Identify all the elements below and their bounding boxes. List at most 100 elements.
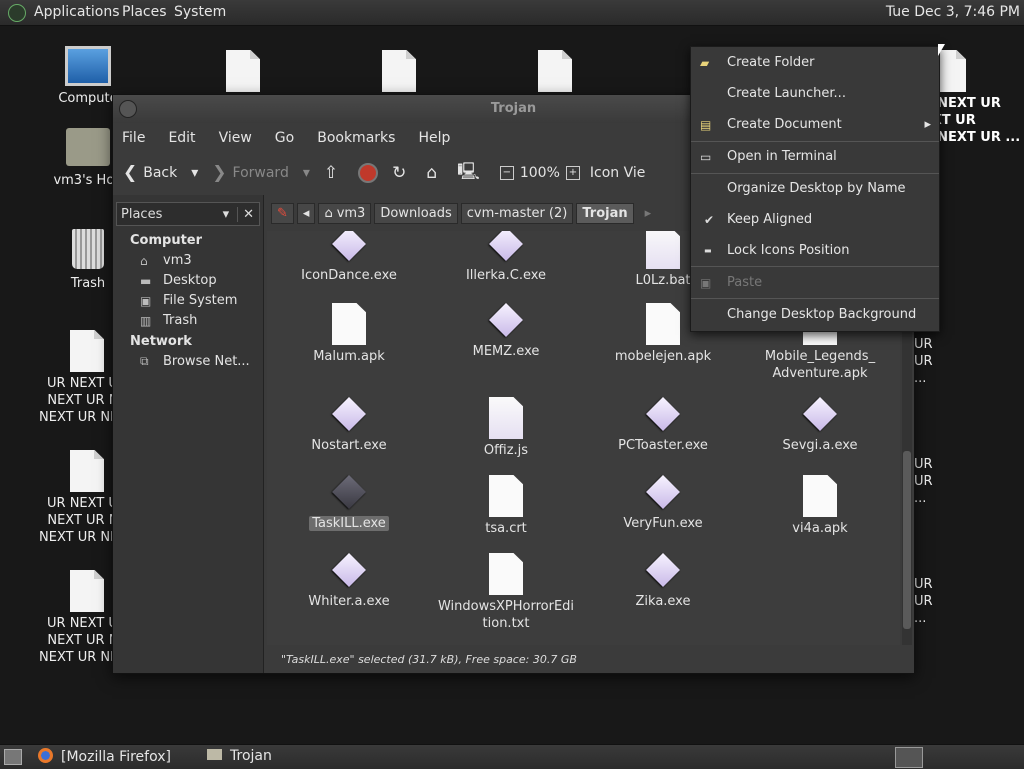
desktop-file-top-3[interactable] — [500, 50, 610, 95]
window-title: Trojan — [490, 101, 537, 116]
view-mode-selector[interactable]: Icon Vie — [590, 165, 646, 181]
document-icon — [489, 475, 523, 517]
taskbar-item-trojan[interactable]: Trojan — [207, 748, 272, 764]
menu-system[interactable]: System — [174, 4, 226, 20]
selected-file-name: TaskILL.exe — [309, 516, 389, 531]
chevron-right-icon[interactable]: ▸ — [645, 206, 652, 221]
desktop-file-right-3[interactable]: UR UR ... — [914, 576, 1024, 627]
file-name: Nostart.exe — [311, 438, 387, 453]
menu-item-change-background[interactable]: Change Desktop Background — [691, 304, 939, 326]
computer-button[interactable]: 🖳 — [457, 159, 486, 188]
reload-button[interactable]: ↻ — [392, 163, 412, 183]
script-file-icon — [646, 231, 680, 269]
mouse-pointer-icon — [938, 44, 945, 56]
menu-item-create-document[interactable]: ▤ Create Document ▸ — [691, 114, 939, 136]
file-item[interactable]: MEMZ.exe — [431, 303, 581, 360]
breadcrumb-cvm-master[interactable]: cvm-master (2) — [460, 203, 574, 224]
menu-applications[interactable]: Applications — [34, 4, 120, 20]
forward-label: Forward — [232, 165, 289, 181]
stop-button[interactable] — [358, 163, 379, 183]
sidebar-item-label: Browse Net... — [163, 354, 250, 369]
menu-item-label: Organize Desktop by Name — [727, 181, 906, 196]
file-item[interactable]: vi4a.apk — [745, 475, 895, 537]
home-button[interactable]: ⌂ — [426, 163, 443, 183]
document-icon — [489, 553, 523, 595]
menu-item-open-terminal[interactable]: ▭ Open in Terminal — [691, 146, 939, 168]
menu-item-create-launcher[interactable]: Create Launcher... — [691, 83, 939, 105]
breadcrumb-downloads[interactable]: Downloads — [374, 203, 458, 224]
file-item[interactable]: Zika.exe — [588, 553, 738, 610]
desktop-file-right-2[interactable]: UR UR ... — [914, 456, 1024, 507]
file-item[interactable]: Offiz.js — [431, 397, 581, 459]
zoom-in-button[interactable]: + — [565, 166, 580, 180]
breadcrumb-trojan[interactable]: Trojan — [576, 203, 634, 224]
taskbar-item-firefox[interactable]: [Mozilla Firefox] — [38, 748, 171, 765]
file-item[interactable]: PCToaster.exe — [588, 397, 738, 454]
places-selector[interactable]: Places ▾ ✕ — [116, 202, 260, 226]
executable-icon — [646, 397, 680, 431]
file-item[interactable]: Illerka.C.exe — [431, 231, 581, 284]
forward-button[interactable]: ❯ Forward — [212, 163, 289, 183]
show-desktop-icon[interactable] — [4, 749, 22, 765]
back-history-dropdown[interactable]: ▾ — [191, 165, 198, 181]
file-item[interactable]: Whiter.a.exe — [274, 553, 424, 610]
file-item[interactable]: Sevgi.a.exe — [745, 397, 895, 454]
file-item[interactable]: WindowsXPHorrorEdi tion.txt — [431, 553, 581, 632]
menu-file[interactable]: File — [122, 130, 145, 146]
sidebar-item-desktop[interactable]: ▬ Desktop — [140, 273, 263, 288]
scrollbar-thumb[interactable] — [903, 451, 911, 629]
file-item[interactable]: VeryFun.exe — [588, 475, 738, 532]
pencil-icon: ✎ — [277, 206, 288, 221]
menu-item-organize-desktop[interactable]: Organize Desktop by Name — [691, 178, 939, 200]
menu-item-keep-aligned[interactable]: ✔ Keep Aligned — [691, 209, 939, 231]
close-sidebar-icon[interactable]: ✕ — [237, 206, 259, 222]
sidebar-item-label: File System — [163, 293, 238, 308]
network-icon: ⧉ — [140, 354, 149, 368]
menu-help[interactable]: Help — [418, 130, 450, 146]
menu-item-lock-icons[interactable]: ▬ Lock Icons Position — [691, 240, 939, 262]
sidebar-item-trash[interactable]: ▥ Trash — [140, 313, 263, 328]
menu-go[interactable]: Go — [275, 130, 294, 146]
top-panel: Applications Places System Tue Dec 3, 7:… — [0, 0, 1024, 26]
file-item[interactable]: Malum.apk — [274, 303, 424, 365]
file-icon — [70, 450, 104, 492]
desktop-file-top-1[interactable] — [188, 50, 298, 95]
menu-places[interactable]: Places — [122, 4, 167, 20]
gnome-foot-icon[interactable] — [8, 4, 26, 22]
menu-separator — [691, 298, 939, 299]
menu-item-create-folder[interactable]: ▰ Create Folder — [691, 52, 939, 74]
file-item[interactable]: tsa.crt — [431, 475, 581, 537]
sidebar-item-label: vm3 — [163, 253, 192, 268]
drive-icon: ▣ — [140, 293, 152, 308]
executable-icon — [803, 397, 837, 431]
edit-location-button[interactable]: ✎ — [271, 203, 294, 224]
up-button[interactable]: ⇧ — [324, 163, 344, 183]
file-item[interactable]: IconDance.exe — [274, 231, 424, 284]
desktop-file-top-2[interactable] — [344, 50, 454, 95]
back-button[interactable]: ❮ Back — [123, 163, 177, 183]
window-menu-button[interactable] — [119, 100, 137, 118]
breadcrumb-vm3[interactable]: ⌂ vm3 — [318, 203, 372, 224]
file-item[interactable]: Nostart.exe — [274, 397, 424, 454]
desktop-file-right-1[interactable]: UR UR ... — [914, 336, 1024, 387]
workspace-switcher[interactable] — [895, 747, 923, 768]
sidebar-item-filesystem[interactable]: ▣ File System — [140, 293, 263, 308]
forward-history-dropdown[interactable]: ▾ — [303, 165, 310, 181]
menu-edit[interactable]: Edit — [168, 130, 195, 146]
document-icon — [332, 303, 366, 345]
zoom-in-icon: + — [565, 166, 580, 180]
clock[interactable]: Tue Dec 3, 7:46 PM — [886, 4, 1020, 20]
computer-icon — [65, 46, 111, 86]
sidebar-item-vm3[interactable]: ⌂ vm3 — [140, 253, 263, 268]
file-item[interactable]: TaskILL.exe — [274, 475, 424, 532]
breadcrumb-back-arrow[interactable]: ◂ — [296, 203, 316, 224]
chevron-down-icon: ▾ — [222, 206, 230, 222]
sidebar-item-browse-network[interactable]: ⧉ Browse Net... — [140, 354, 263, 369]
home-folder-icon — [66, 128, 110, 166]
menu-view[interactable]: View — [219, 130, 252, 146]
menu-item-label: Create Folder — [727, 55, 815, 70]
zoom-out-button[interactable]: − — [499, 166, 514, 180]
menu-item-paste[interactable]: ▣ Paste — [691, 272, 939, 294]
chevron-down-icon: ▾ — [191, 165, 199, 181]
menu-bookmarks[interactable]: Bookmarks — [317, 130, 395, 146]
